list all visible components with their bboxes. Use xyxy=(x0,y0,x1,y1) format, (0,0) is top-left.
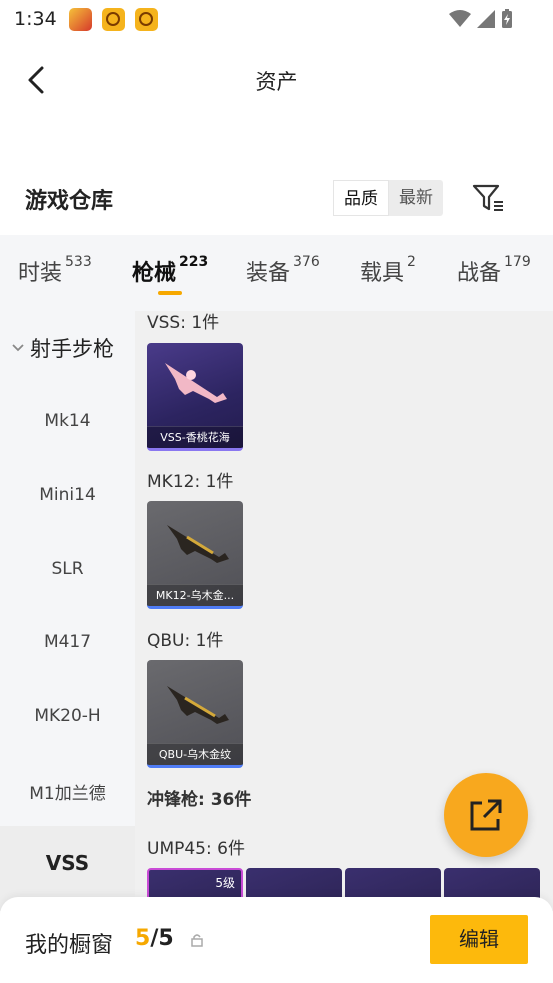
showcase-count: 5/5 xyxy=(135,926,174,951)
battery-icon xyxy=(502,9,512,28)
filter-icon[interactable] xyxy=(470,180,506,216)
item-card-qbu[interactable]: QBU-乌木金纹 xyxy=(147,660,243,768)
edit-button[interactable]: 编辑 xyxy=(430,915,528,964)
rifle-icon xyxy=(167,525,229,563)
sidebar-item-mk14[interactable]: Mk14 xyxy=(0,411,135,431)
sort-quality-button[interactable]: 品质 xyxy=(333,180,389,216)
showcase-total: /5 xyxy=(150,926,174,951)
tab-label: 战备 xyxy=(457,261,502,286)
app-notification-icon xyxy=(134,7,158,31)
status-bar: 1:34 xyxy=(0,0,553,38)
app-notification-icon xyxy=(68,7,92,31)
share-button[interactable] xyxy=(444,773,528,857)
status-time: 1:34 xyxy=(14,8,57,30)
item-card-caption: MK12-乌木金... xyxy=(147,584,243,606)
tab-count: 179 xyxy=(504,254,531,270)
showcase-bar: 我的橱窗 5/5 编辑 xyxy=(0,897,553,983)
lock-icon xyxy=(191,934,203,947)
tab-count: 2 xyxy=(407,254,416,270)
sidebar-active-label: VSS xyxy=(45,851,90,875)
weapon-type-sidebar: 射手步枪 Mk14 Mini14 SLR M417 MK20-H M1加兰德 V… xyxy=(0,311,135,911)
tab-active-indicator xyxy=(158,291,182,295)
item-card-vss[interactable]: VSS-香桃花海 xyxy=(147,343,243,451)
showcase-current: 5 xyxy=(135,926,151,951)
warehouse-title: 游戏仓库 xyxy=(25,189,114,214)
sidebar-item-mk20h[interactable]: MK20-H xyxy=(0,706,135,726)
tab-label: 载具 xyxy=(360,261,405,286)
tab-vehicles[interactable]: 载具 2 xyxy=(360,254,416,287)
item-card-caption: VSS-香桃花海 xyxy=(147,426,243,448)
sidebar-group-label: 射手步枪 xyxy=(30,337,114,361)
category-label-smg: 冲锋枪: 36件 xyxy=(147,790,252,810)
tab-label: 装备 xyxy=(246,261,291,286)
sidebar-group-dmr[interactable]: 射手步枪 xyxy=(10,333,114,363)
tab-equipment[interactable]: 装备 376 xyxy=(246,254,320,287)
tab-count: 223 xyxy=(179,254,209,270)
section-label-qbu: QBU: 1件 xyxy=(147,631,224,651)
section-label-ump45: UMP45: 6件 xyxy=(147,839,245,859)
tab-label: 时装 xyxy=(18,261,63,286)
tab-supplies[interactable]: 战备 179 xyxy=(457,254,531,287)
tab-count: 533 xyxy=(65,254,92,270)
sort-toggle: 品质 最新 xyxy=(333,180,443,216)
sort-newest-button[interactable]: 最新 xyxy=(389,180,443,216)
signal-icon xyxy=(477,10,495,28)
section-label-mk12: MK12: 1件 xyxy=(147,472,234,492)
item-level-badge: 5级 xyxy=(215,876,235,890)
rifle-icon xyxy=(165,363,227,403)
sidebar-item-slr[interactable]: SLR xyxy=(0,559,135,579)
tab-firearms[interactable]: 枪械 223 xyxy=(132,254,209,295)
rifle-icon xyxy=(167,686,229,724)
tab-fashion[interactable]: 时装 533 xyxy=(18,254,92,287)
sidebar-item-mini14[interactable]: Mini14 xyxy=(0,485,135,505)
tab-label: 枪械 xyxy=(132,261,177,286)
item-card-caption: QBU-乌木金纹 xyxy=(147,743,243,765)
tab-count: 376 xyxy=(293,254,320,270)
category-tabs: 时装 533 枪械 223 装备 376 载具 2 战备 179 xyxy=(0,235,553,311)
wifi-icon xyxy=(449,10,471,27)
app-notification-icon xyxy=(101,7,125,31)
share-icon xyxy=(470,799,502,831)
showcase-label: 我的橱窗 xyxy=(25,933,114,958)
page-title: 资产 xyxy=(255,70,298,94)
sidebar-item-m417[interactable]: M417 xyxy=(0,632,135,652)
chevron-down-icon xyxy=(12,344,24,352)
item-card-mk12[interactable]: MK12-乌木金... xyxy=(147,501,243,609)
section-label-vss: VSS: 1件 xyxy=(147,313,220,333)
app-header: 资产 xyxy=(0,56,553,104)
sidebar-item-m1-garand[interactable]: M1加兰德 xyxy=(0,779,135,804)
